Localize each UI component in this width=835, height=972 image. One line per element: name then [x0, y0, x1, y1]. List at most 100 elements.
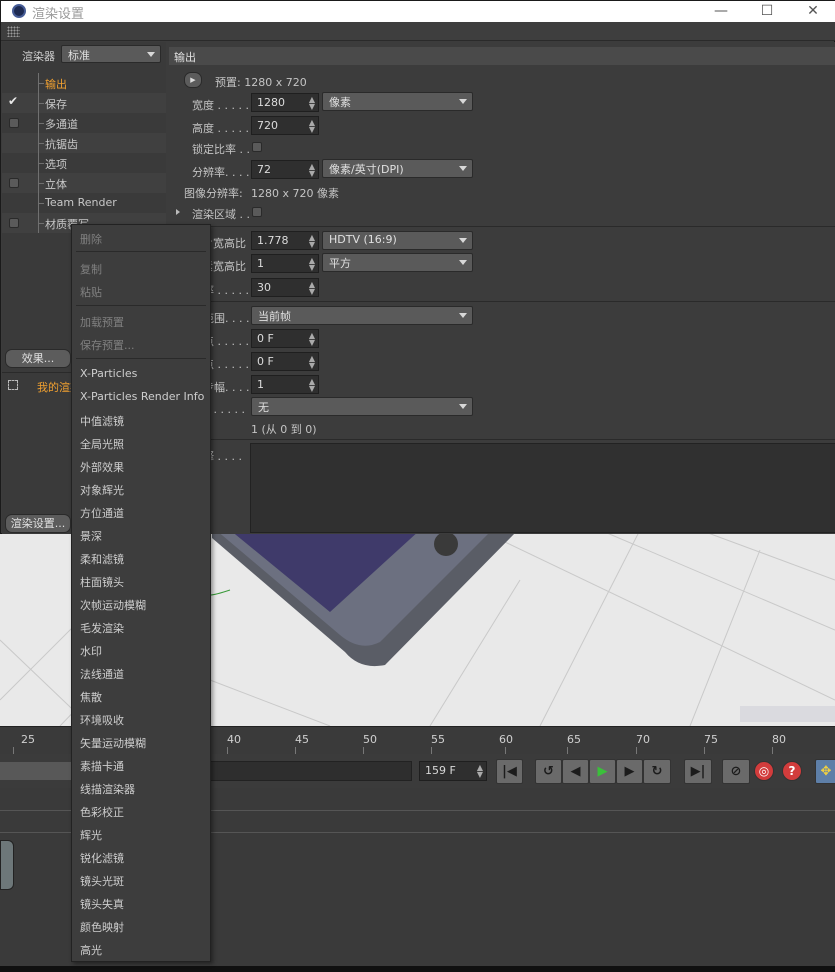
spinner-icon[interactable]: ▲ ▼ [477, 764, 483, 779]
grip-icon[interactable] [7, 26, 20, 37]
menu-item-delete[interactable]: 删除 [80, 231, 102, 247]
nav-item-save[interactable]: ✔ 保存 [2, 93, 166, 113]
end-frame-field[interactable]: 159 F ▲ ▼ [419, 761, 487, 781]
start-frame-field[interactable]: 0 F ▲ ▼ [251, 329, 319, 348]
frame-range-select[interactable]: 当前帧 [251, 306, 473, 325]
menu-item-cylindrical-lens[interactable]: 柱面镜头 [80, 574, 124, 590]
width-field[interactable]: 1280 ▲ ▼ [251, 93, 319, 112]
material-thumbnail[interactable] [0, 840, 14, 890]
menu-item-ambient-occlusion[interactable]: 环境吸收 [80, 712, 124, 728]
menu-item-global-illumination[interactable]: 全局光照 [80, 436, 124, 452]
next-key-icon[interactable]: ↻ [643, 759, 671, 784]
notes-textarea[interactable] [250, 443, 835, 533]
film-aspect-field[interactable]: 1.778 ▲ ▼ [251, 231, 319, 250]
menu-item-color-mapping[interactable]: 颜色映射 [80, 919, 124, 935]
render-region-checkbox[interactable] [252, 207, 262, 217]
menu-item-line-renderer[interactable]: 线描渲染器 [80, 781, 135, 797]
spinner-icon[interactable]: ▲ ▼ [309, 378, 315, 393]
expand-arrow-icon[interactable] [176, 209, 180, 215]
nav-item-team-render[interactable]: Team Render [2, 193, 166, 213]
spinner-icon[interactable]: ▲ ▼ [309, 96, 315, 111]
film-aspect-select[interactable]: HDTV (16:9) [322, 231, 473, 250]
go-to-end-icon[interactable]: ▶| [684, 759, 712, 784]
menu-item-highlights[interactable]: 高光 [80, 942, 102, 958]
nav-item-multipass[interactable]: 多通道 [2, 113, 166, 133]
menu-item-sharpen-filter[interactable]: 锐化滤镜 [80, 850, 124, 866]
maximize-icon[interactable]: ☐ [744, 1, 790, 22]
render-settings-button[interactable]: 渲染设置... [5, 514, 71, 533]
move-tool-icon[interactable]: ✥ [815, 759, 835, 784]
keyframe-help-icon[interactable]: ? [782, 761, 802, 781]
checkmark-icon[interactable]: ✔ [8, 94, 18, 108]
menu-item-lens-flare[interactable]: 镜头光斑 [80, 873, 124, 889]
pixel-aspect-select[interactable]: 平方 [322, 253, 473, 272]
frame-rate-field[interactable]: 30 ▲ ▼ [251, 278, 319, 297]
close-icon[interactable]: ✕ [790, 1, 835, 22]
field-select[interactable]: 无 [251, 397, 473, 416]
menu-item-paste[interactable]: 粘贴 [80, 284, 102, 300]
menu-item-sketch-toon[interactable]: 素描卡通 [80, 758, 124, 774]
menu-item-copy[interactable]: 复制 [80, 261, 102, 277]
nav-item-antialiasing[interactable]: 抗锯齿 [2, 133, 166, 153]
play-icon[interactable]: ▶ [184, 72, 202, 88]
menu-item-soft-filter[interactable]: 柔和滤镜 [80, 551, 124, 567]
menu-separator [76, 305, 206, 306]
effects-button[interactable]: 效果... [5, 349, 71, 368]
autokey-icon[interactable]: ◎ [754, 761, 774, 781]
width-unit-select[interactable]: 像素 [322, 92, 473, 111]
menu-item-median-filter[interactable]: 中值滤镜 [80, 413, 124, 429]
spinner-icon[interactable]: ▲ ▼ [309, 257, 315, 272]
menu-item-hair-render[interactable]: 毛发渲染 [80, 620, 124, 636]
nav-item-stereoscopic[interactable]: 立体 [2, 173, 166, 193]
menu-item-x-particles-render-info[interactable]: X-Particles Render Info [80, 390, 204, 403]
field-value: 无 [258, 401, 269, 414]
minimize-icon[interactable]: — [698, 1, 744, 22]
previous-key-icon[interactable]: ↺ [535, 759, 562, 784]
menu-item-caustics[interactable]: 焦散 [80, 689, 102, 705]
tick-label: 50 [363, 733, 377, 746]
nav-checkbox[interactable] [9, 218, 19, 228]
go-to-start-icon[interactable]: |◀ [496, 759, 523, 784]
spinner-icon[interactable]: ▲ ▼ [309, 281, 315, 296]
lock-ratio-checkbox[interactable] [252, 142, 262, 152]
nav-checkbox[interactable] [9, 178, 19, 188]
record-off-icon[interactable]: ⊘ [722, 759, 750, 784]
menu-item-x-particles[interactable]: X-Particles [80, 367, 137, 380]
spinner-icon[interactable]: ▲ ▼ [309, 355, 315, 370]
previous-frame-icon[interactable]: ◀ [562, 759, 589, 784]
nav-item-output[interactable]: 输出 [2, 73, 166, 93]
menu-item-color-correction[interactable]: 色彩校正 [80, 804, 124, 820]
frame-step-field[interactable]: 1 ▲ ▼ [251, 375, 319, 394]
tick-label: 55 [431, 733, 445, 746]
spinner-icon[interactable]: ▲ ▼ [309, 163, 315, 178]
spinner-icon[interactable]: ▲ ▼ [309, 234, 315, 249]
menu-item-load-preset[interactable]: 加载预置 [80, 314, 124, 330]
spinner-icon[interactable]: ▲ ▼ [309, 119, 315, 134]
render-setting-icon[interactable] [8, 380, 18, 390]
spinner-icon[interactable]: ▲ ▼ [309, 332, 315, 347]
play-forward-icon[interactable]: ▶ [589, 759, 616, 784]
menu-item-subframe-motion-blur[interactable]: 次帧运动模糊 [80, 597, 146, 613]
renderer-select[interactable]: 标准 [61, 45, 161, 63]
menu-item-watermark[interactable]: 水印 [80, 643, 102, 659]
nav-label: 多通道 [45, 118, 78, 131]
menu-item-glow[interactable]: 辉光 [80, 827, 102, 843]
menu-item-object-glow[interactable]: 对象辉光 [80, 482, 124, 498]
next-frame-icon[interactable]: ▶ [616, 759, 643, 784]
menu-item-depth-of-field[interactable]: 景深 [80, 528, 102, 544]
nav-checkbox[interactable] [9, 118, 19, 128]
menu-item-lens-distortion[interactable]: 镜头失真 [80, 896, 124, 912]
resolution-unit-select[interactable]: 像素/英寸(DPI) [322, 159, 473, 178]
end-frame-field[interactable]: 0 F ▲ ▼ [251, 352, 319, 371]
menu-item-vector-motion-blur[interactable]: 矢量运动模糊 [80, 735, 146, 751]
height-field[interactable]: 720 ▲ ▼ [251, 116, 319, 135]
title-bar[interactable]: 渲染设置 — ☐ ✕ [1, 1, 835, 22]
nav-item-options[interactable]: 选项 [2, 153, 166, 173]
pixel-aspect-field[interactable]: 1 ▲ ▼ [251, 254, 319, 273]
menu-item-external-effect[interactable]: 外部效果 [80, 459, 124, 475]
resolution-field[interactable]: 72 ▲ ▼ [251, 160, 319, 179]
menu-item-normal-pass[interactable]: 法线通道 [80, 666, 124, 682]
range-slider-track[interactable] [210, 761, 412, 781]
menu-item-save-preset[interactable]: 保存预置... [80, 337, 135, 353]
menu-item-position-pass[interactable]: 方位通道 [80, 505, 124, 521]
